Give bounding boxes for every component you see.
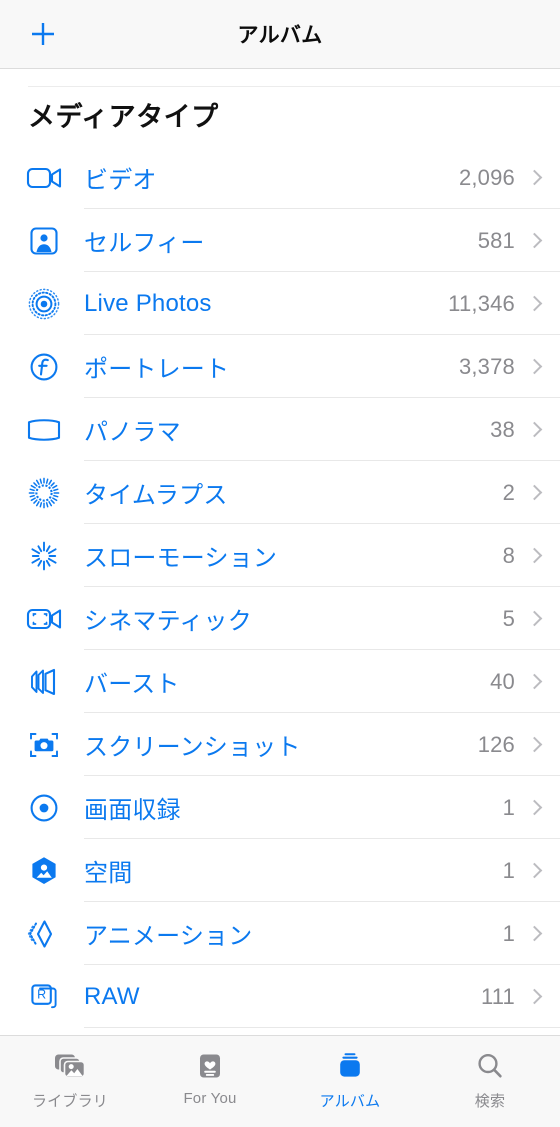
tab-bar: ライブラリ For You アルバム 検索 xyxy=(0,1035,560,1127)
list-item-count: 1 xyxy=(502,857,515,883)
chevron-right-icon xyxy=(528,168,540,188)
list-item-video[interactable]: ビデオ 2,096 xyxy=(0,146,560,210)
list-item-screen-recordings[interactable]: 画面収録 1 xyxy=(0,776,560,840)
chevron-right-icon xyxy=(528,924,540,944)
tab-search[interactable]: 検索 xyxy=(420,1046,560,1111)
list-item-count: 5 xyxy=(502,605,515,631)
plus-icon xyxy=(32,23,54,45)
chevron-right-icon xyxy=(528,231,540,251)
svg-text:R: R xyxy=(37,987,46,1001)
list-item-label: RAW xyxy=(84,982,140,1010)
list-item-label: 画面収録 xyxy=(84,797,181,825)
list-item-spatial[interactable]: 空間 1 xyxy=(0,839,560,903)
media-type-list: ビデオ 2,096 セルフィー 581 Live Photos 11,346 ポ… xyxy=(0,146,560,1029)
list-item-label: パノラマ xyxy=(84,419,181,447)
list-item-timelapse[interactable]: タイムラプス 2 xyxy=(0,461,560,525)
page-title: アルバム xyxy=(237,24,323,47)
list-item-burst[interactable]: バースト 40 xyxy=(0,650,560,714)
chevron-right-icon xyxy=(528,420,540,440)
navigation-bar: アルバム xyxy=(0,0,560,69)
animation-icon xyxy=(22,912,66,956)
photos-albums-screen: アルバム メディアタイプ ビデオ 2,096 セルフィー 581 Live Ph… xyxy=(0,0,560,1127)
list-item-count: 581 xyxy=(477,227,515,253)
tab-label: ライブラリ xyxy=(31,1093,108,1110)
list-item-label: ビデオ xyxy=(84,167,157,195)
list-item-animated[interactable]: アニメーション 1 xyxy=(0,902,560,966)
chevron-right-icon xyxy=(528,357,540,377)
list-item-count: 1 xyxy=(502,920,515,946)
list-item-label: セルフィー xyxy=(84,230,205,258)
portrait-icon xyxy=(22,345,66,389)
panorama-icon xyxy=(22,408,66,452)
burst-icon xyxy=(22,660,66,704)
list-item-label: アニメーション xyxy=(84,923,253,951)
screenshot-icon xyxy=(22,723,66,767)
chevron-right-icon xyxy=(528,798,540,818)
chevron-right-icon xyxy=(528,987,540,1007)
list-item-live-photos[interactable]: Live Photos 11,346 xyxy=(0,272,560,336)
list-item-label: Live Photos xyxy=(84,289,212,317)
list-item-count: 2,096 xyxy=(458,164,515,190)
list-item-label: スクリーンショット xyxy=(84,734,301,762)
list-item-panorama[interactable]: パノラマ 38 xyxy=(0,398,560,462)
tab-albums[interactable]: アルバム xyxy=(280,1046,420,1111)
list-item-count: 2 xyxy=(502,479,515,505)
tab-label: For You xyxy=(183,1090,237,1107)
list-item-count: 126 xyxy=(477,731,515,757)
chevron-right-icon xyxy=(528,735,540,755)
selfies-icon xyxy=(22,219,66,263)
list-item-label: ポートレート xyxy=(84,356,230,384)
slomo-icon xyxy=(22,534,66,578)
list-item-label: 空間 xyxy=(84,860,133,888)
video-icon xyxy=(22,156,66,200)
screenrecord-icon xyxy=(22,786,66,830)
list-item-label: シネマティック xyxy=(84,608,252,636)
list-item-cinematic[interactable]: シネマティック 5 xyxy=(0,587,560,651)
list-item-portrait[interactable]: ポートレート 3,378 xyxy=(0,335,560,399)
add-album-button[interactable] xyxy=(22,13,64,55)
albums-icon xyxy=(333,1046,367,1086)
library-icon xyxy=(52,1046,88,1086)
chevron-right-icon xyxy=(528,672,540,692)
chevron-right-icon xyxy=(528,483,540,503)
tab-label: 検索 xyxy=(474,1093,506,1110)
list-item-screenshots[interactable]: スクリーンショット 126 xyxy=(0,713,560,777)
chevron-right-icon xyxy=(528,861,540,881)
list-item-count: 3,378 xyxy=(458,353,515,379)
spatial-icon xyxy=(22,849,66,893)
raw-icon: R xyxy=(22,975,66,1019)
foryou-icon xyxy=(195,1046,225,1086)
list-item-count: 40 xyxy=(490,668,515,694)
list-item-count: 11,346 xyxy=(448,290,515,316)
list-item-slo-mo[interactable]: スローモーション 8 xyxy=(0,524,560,588)
list-item-count: 8 xyxy=(502,542,515,568)
albums-scroll-area[interactable]: メディアタイプ ビデオ 2,096 セルフィー 581 Live Photos … xyxy=(0,69,560,1035)
list-item-count: 38 xyxy=(490,416,515,442)
list-item-label: スローモーション xyxy=(84,545,278,573)
tab-library[interactable]: ライブラリ xyxy=(0,1046,140,1111)
cinematic-icon xyxy=(22,597,66,641)
list-item-label: バースト xyxy=(84,671,180,699)
chevron-right-icon xyxy=(528,546,540,566)
tab-for-you[interactable]: For You xyxy=(140,1046,280,1107)
list-item-count: 111 xyxy=(480,983,515,1009)
list-item-count: 1 xyxy=(502,794,515,820)
chevron-right-icon xyxy=(528,294,540,314)
timelapse-icon xyxy=(22,471,66,515)
section-header-media-types: メディアタイプ xyxy=(28,102,219,132)
list-item-label: タイムラプス xyxy=(84,482,228,510)
chevron-right-icon xyxy=(528,609,540,629)
list-item-raw[interactable]: R RAW 111 xyxy=(0,965,560,1029)
live-photos-icon xyxy=(22,282,66,326)
search-icon xyxy=(474,1046,506,1086)
tab-label: アルバム xyxy=(319,1093,381,1110)
list-item-selfies[interactable]: セルフィー 581 xyxy=(0,209,560,273)
